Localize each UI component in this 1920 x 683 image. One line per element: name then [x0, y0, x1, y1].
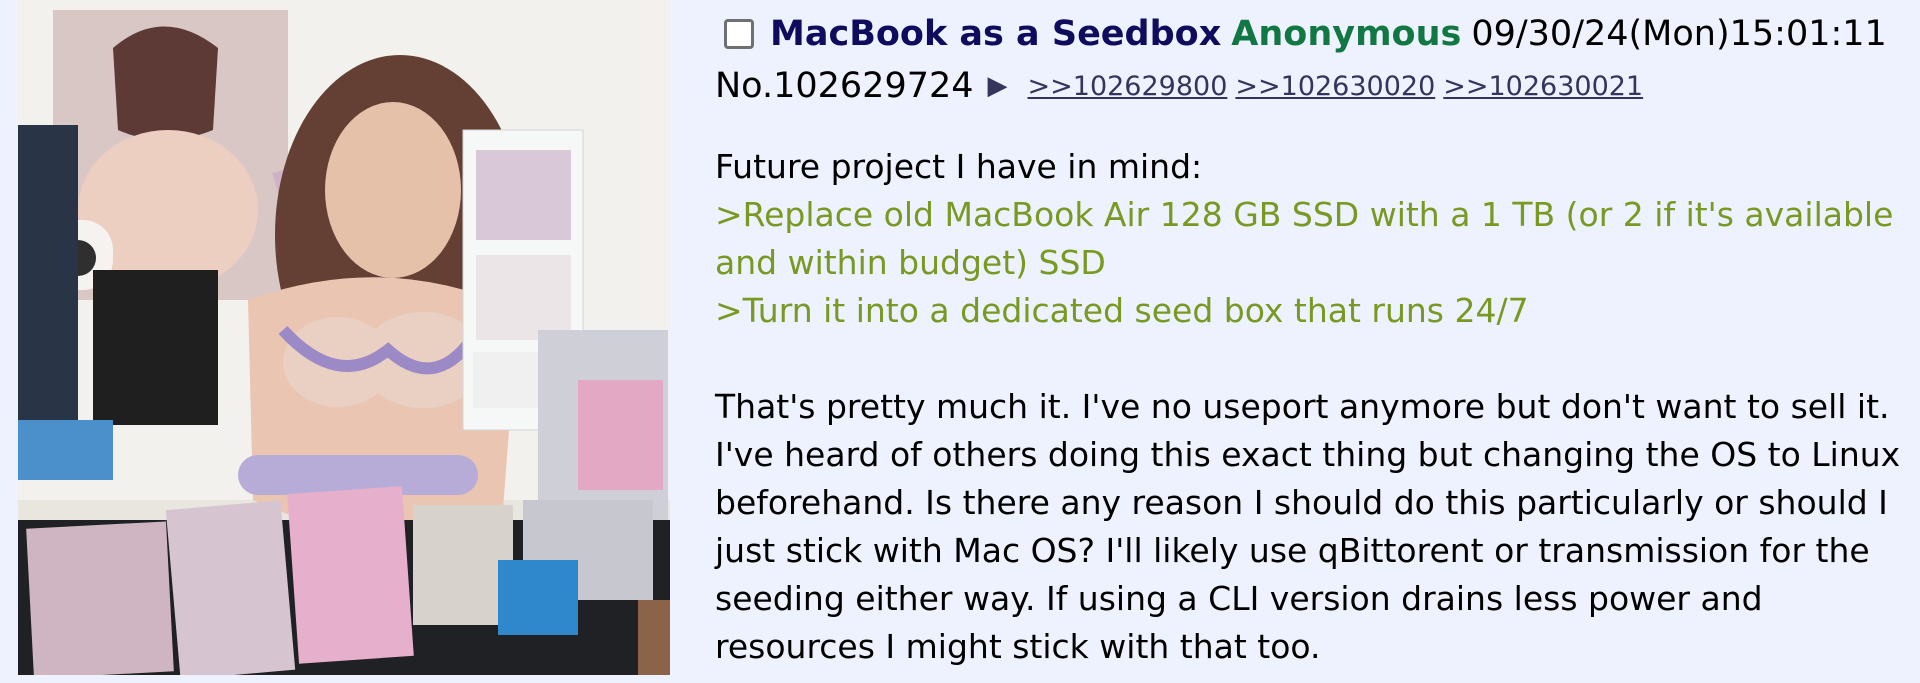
post-subject: MacBook as a Seedbox	[770, 14, 1222, 54]
post-datetime: 09/30/24(Mon)15:01:11	[1471, 14, 1887, 54]
backlink-2[interactable]: >>102630020	[1235, 71, 1435, 102]
poster-name: Anonymous	[1231, 14, 1462, 54]
backlink-1[interactable]: >>102629800	[1028, 71, 1228, 102]
post-header: MacBook as a Seedbox Anonymous 09/30/24(…	[715, 12, 1887, 56]
message-intro: Future project I have in mind:	[715, 147, 1203, 186]
greentext-line-1: >Replace old MacBook Air 128 GB SSD with…	[715, 195, 1894, 282]
post-number-line: No.102629724 ▶ >>102629800 >>102630020 >…	[715, 64, 1651, 108]
message-body: That's pretty much it. I've no useport a…	[715, 387, 1901, 666]
post-select-checkbox[interactable]	[724, 19, 754, 49]
thumbnail-image-icon	[18, 0, 670, 675]
post-menu-arrow-icon[interactable]: ▶	[988, 71, 1008, 101]
post-message: Future project I have in mind: >Replace …	[715, 143, 1905, 671]
backlink-3[interactable]: >>102630021	[1443, 71, 1643, 102]
post-number-link[interactable]: No.102629724	[715, 66, 974, 106]
greentext-line-2: >Turn it into a dedicated seed box that …	[715, 291, 1529, 330]
post-image-thumbnail[interactable]	[18, 0, 670, 675]
